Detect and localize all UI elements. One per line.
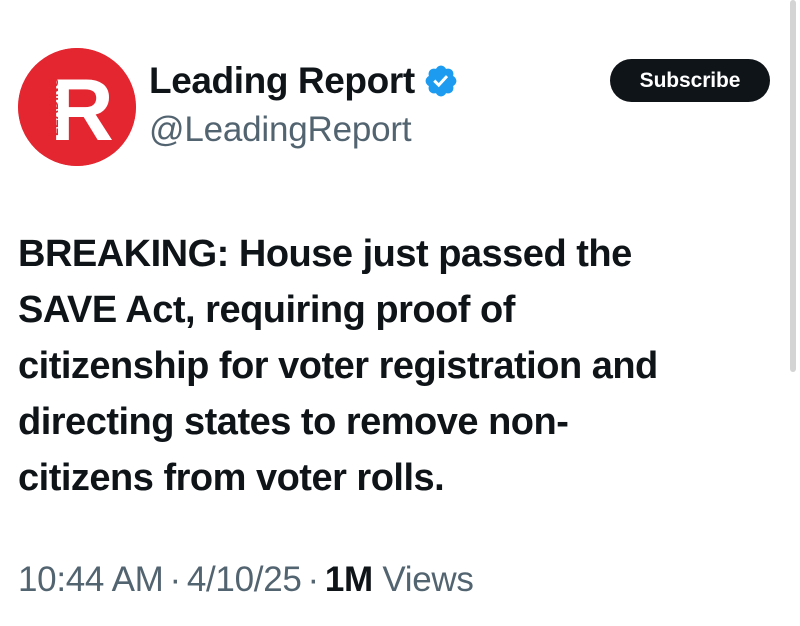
account-handle[interactable]: @LeadingReport — [149, 110, 459, 150]
tweet-line: SAVE Act, requiring proof of — [18, 289, 515, 331]
views-label: Views — [382, 560, 474, 599]
tweet-line: citizenship for voter registration and — [18, 345, 658, 387]
meta-separator: · — [307, 560, 320, 599]
scrollbar[interactable] — [790, 0, 796, 372]
tweet-date[interactable]: 4/10/25 — [187, 560, 302, 599]
display-name[interactable]: Leading Report — [149, 60, 415, 102]
meta-separator: · — [169, 560, 181, 599]
verified-badge-icon[interactable] — [423, 63, 459, 99]
tweet-text: BREAKING: House just passed the SAVE Act… — [18, 226, 788, 506]
tweet-line: BREAKING: House just passed the — [18, 233, 632, 275]
tweet-line: directing states to remove non- — [18, 401, 569, 443]
tweet-meta: 10:44 AM · 4/10/25 · 1M Views — [18, 560, 474, 600]
tweet-time[interactable]: 10:44 AM — [18, 560, 164, 599]
subscribe-button[interactable]: Subscribe — [610, 59, 770, 102]
tweet-line: citizens from voter rolls. — [18, 457, 445, 499]
views-count[interactable]: 1M — [325, 560, 373, 599]
display-name-row: Leading Report — [149, 56, 459, 106]
avatar-side-text: LEADING — [46, 78, 61, 137]
tweet-header: R LEADING Leading Report @LeadingReport … — [18, 40, 778, 170]
account-names: Leading Report @LeadingReport — [149, 56, 459, 150]
avatar[interactable]: R LEADING — [18, 48, 136, 166]
leading-report-logo-icon: R LEADING — [18, 48, 136, 166]
